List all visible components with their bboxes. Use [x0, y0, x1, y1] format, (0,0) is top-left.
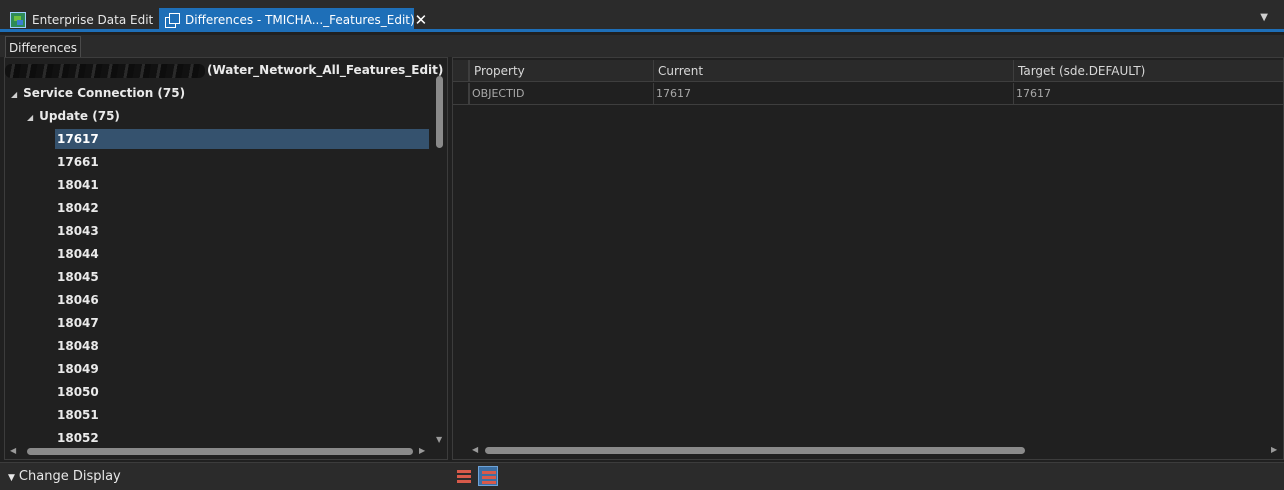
differences-tree: (Water_Network_All_Features_Edit) (75) ◢… [4, 57, 448, 460]
redacted-text [5, 63, 205, 78]
scrollbar-thumb[interactable] [436, 76, 443, 148]
tree-item[interactable]: 18045 [55, 267, 429, 287]
cell-target: 17617 [1013, 83, 1283, 105]
table-view-icon[interactable] [454, 466, 474, 486]
tree-item[interactable]: 18041 [55, 175, 429, 195]
pane-tab-strip: Differences [0, 35, 1284, 58]
column-header-property[interactable]: Property [469, 60, 653, 82]
tree-item[interactable]: 18051 [55, 405, 429, 425]
tree-item[interactable]: 18050 [55, 382, 429, 402]
tree-item[interactable]: 18049 [55, 359, 429, 379]
scroll-left-icon[interactable]: ◀ [472, 445, 478, 454]
row-selector-header[interactable] [453, 60, 469, 81]
tree-item[interactable]: 18046 [55, 290, 429, 310]
list-view-icon[interactable] [478, 466, 498, 486]
tab-label: Differences - TMICHA..._Features_Edit) [185, 13, 415, 27]
scroll-right-icon[interactable]: ▶ [1271, 445, 1277, 454]
column-header-target[interactable]: Target (sde.DEFAULT) [1013, 60, 1283, 82]
scroll-right-icon[interactable]: ▶ [419, 446, 425, 455]
tree-root-label: (Water_Network_All_Features_Edit) (75) [207, 63, 447, 77]
expand-arrow-icon[interactable]: ◢ [11, 85, 17, 105]
tree-horizontal-scrollbar[interactable]: ◀ ▶ [5, 445, 433, 457]
tree-item[interactable]: 17617 [55, 129, 429, 149]
scrollbar-thumb[interactable] [485, 447, 1025, 454]
tab-enterprise-data-edit[interactable]: Enterprise Data Edit [6, 8, 156, 32]
change-display-label: Change Display [18, 469, 121, 484]
cell-current: 17617 [653, 83, 1013, 105]
expand-arrow-icon[interactable]: ◢ [27, 108, 33, 128]
tree-item[interactable]: 18047 [55, 313, 429, 333]
tab-label: Enterprise Data Edit [32, 13, 154, 27]
close-icon[interactable]: ✕ [415, 11, 428, 29]
tree-item[interactable]: 18042 [55, 198, 429, 218]
grid-horizontal-scrollbar[interactable]: ◀ ▶ [453, 444, 1283, 456]
tree-group-label: Update (75) [39, 109, 120, 123]
change-display-bar: ▼ Change Display [0, 462, 1284, 490]
scroll-down-icon[interactable]: ▼ [436, 435, 442, 444]
tree-item[interactable]: 18044 [55, 244, 429, 264]
tree-vertical-scrollbar[interactable]: ▼ [435, 70, 444, 444]
row-selector[interactable] [453, 83, 469, 104]
grid-header: Property Current Target (sde.DEFAULT) [453, 60, 1283, 82]
chevron-down-icon[interactable]: ▼ [1260, 12, 1268, 23]
column-header-current[interactable]: Current [653, 60, 1013, 82]
differences-icon [163, 12, 180, 28]
tree-item[interactable]: 18048 [55, 336, 429, 356]
table-row[interactable]: OBJECTID 17617 17617 [453, 83, 1283, 105]
scroll-left-icon[interactable]: ◀ [10, 446, 16, 455]
tab-differences-pane[interactable]: Differences [5, 36, 81, 58]
map-icon [10, 12, 26, 28]
tree-layer-label: Service Connection (75) [23, 86, 186, 100]
tree-item[interactable]: 18043 [55, 221, 429, 241]
chevron-down-icon: ▼ [8, 473, 15, 483]
differences-grid: Property Current Target (sde.DEFAULT) OB… [452, 57, 1284, 460]
document-tab-strip: Enterprise Data Edit Differences - TMICH… [0, 0, 1284, 32]
tree-item[interactable]: 17661 [55, 152, 429, 172]
tab-differences[interactable]: Differences - TMICHA..._Features_Edit) ✕ [159, 8, 427, 32]
change-display-toggle[interactable]: ▼ Change Display [8, 469, 121, 484]
tree-root[interactable]: (Water_Network_All_Features_Edit) (75) [5, 60, 447, 80]
tree-group-update[interactable]: ◢ Update (75) [27, 106, 120, 126]
tree-layer-service-connection[interactable]: ◢ Service Connection (75) [11, 83, 185, 103]
scrollbar-thumb[interactable] [27, 448, 413, 455]
cell-property: OBJECTID [469, 83, 653, 105]
